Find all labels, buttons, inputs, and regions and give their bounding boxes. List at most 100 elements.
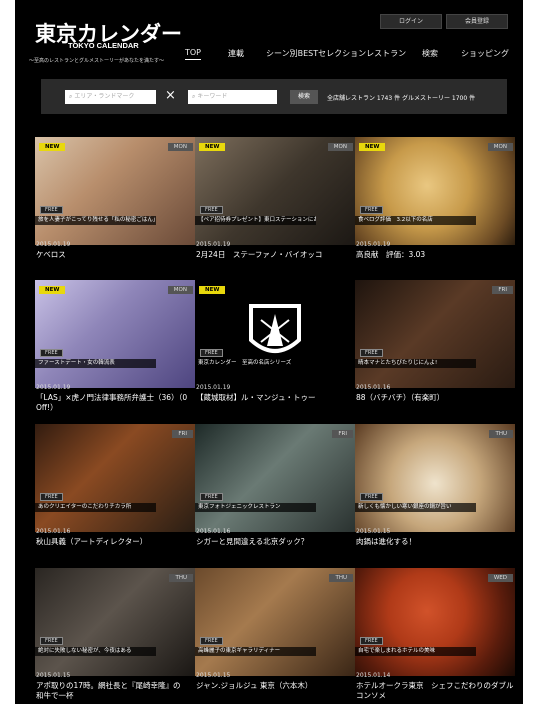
article-thumbnail[interactable]: THU FREE 絶対に失敗しない秘密が、今夜はある: [35, 568, 195, 676]
article-caption: 高峰麗子の東京ギャラリディナー: [195, 647, 316, 656]
article-thumbnail[interactable]: THU FREE 高峰麗子の東京ギャラリディナー: [195, 568, 355, 676]
article-caption: 晴本マナとたちびたりじにんよ!: [355, 359, 476, 368]
page: 東京カレンダー TOKYO CALENDAR 〜至高のレストランとグルメストーリ…: [15, 0, 523, 704]
article-caption: ファーストデート・女の韓流表: [35, 359, 156, 368]
free-badge: FREE: [360, 637, 383, 645]
day-badge: MON: [167, 143, 193, 151]
article-caption: 食ベログ評価 3.2以下の名店: [355, 216, 476, 225]
free-badge: FREE: [40, 493, 63, 501]
logo-english: TOKYO CALENDAR: [68, 41, 139, 50]
article-date: 2015.01.19: [196, 384, 231, 391]
article-card[interactable]: NEW MON FREE 旅を人妻子がこってり残せる「私の秘密ごはん」 2015.01.…: [35, 137, 195, 259]
nav-item-top[interactable]: TOP: [185, 48, 202, 60]
day-badge: MON: [487, 143, 513, 151]
article-date: 2015.01.19: [36, 241, 71, 248]
register-button[interactable]: 会員登録: [446, 14, 508, 29]
article-title[interactable]: シガーと見間違える北京ダック？: [196, 537, 354, 547]
article-title[interactable]: 「LAS」×虎ノ門法律事務所弁護士（36）（0 Off!）: [36, 393, 195, 413]
day-badge: WED: [487, 574, 513, 582]
article-thumbnail[interactable]: NEW MON FREE 食ベログ評価 3.2以下の名店: [355, 137, 515, 245]
new-badge: NEW: [39, 143, 66, 151]
article-date: 2015.01.19: [36, 384, 71, 391]
day-badge: FRI: [172, 430, 193, 438]
article-caption: 新しくも懐かしい寒い銀座の鍋が旨い: [355, 503, 476, 512]
article-thumbnail[interactable]: THU FREE 新しくも懐かしい寒い銀座の鍋が旨い: [355, 424, 515, 532]
article-caption: 絶対に失敗しない秘密が、今夜はある: [35, 647, 156, 656]
article-card[interactable]: THU FREE 新しくも懐かしい寒い銀座の鍋が旨い 2015.01.15 肉鍋は進化す…: [355, 424, 515, 546]
article-date: 2015.01.15: [36, 672, 71, 679]
article-title[interactable]: 肉鍋は進化する！: [356, 537, 514, 547]
article-card[interactable]: FRI FREE 東京フォトジェニックレストラン 2015.01.16 シガーと見間違え…: [195, 424, 355, 546]
free-badge: FREE: [360, 349, 383, 357]
article-thumbnail[interactable]: FRI FREE 東京フォトジェニックレストラン: [195, 424, 355, 532]
article-title[interactable]: 秋山具義（アートディレクター）: [36, 537, 194, 547]
article-card[interactable]: NEW MON FREE ファーストデート・女の韓流表 2015.01.19 「LAS」×…: [35, 280, 195, 412]
free-badge: FREE: [360, 206, 383, 214]
article-title[interactable]: 【蔵城取材】ル・マンジュ・トゥー: [196, 393, 354, 403]
article-card[interactable]: THU FREE 高峰麗子の東京ギャラリディナー 2015.01.15 ジャン.ジョルジ…: [195, 568, 355, 690]
article-caption: 【ペア招待券プレゼント】東口ステーションにお転婆ガラ ノイー＠ブルガリ イル・リ…: [195, 216, 316, 225]
article-thumbnail[interactable]: NEW MON FREE 【ペア招待券プレゼント】東口ステーションにお転婆ガラ ノイー…: [195, 137, 355, 245]
article-title[interactable]: ケベロス: [36, 250, 194, 260]
day-badge: FRI: [332, 430, 353, 438]
article-card[interactable]: NEW FREE 東京カレンダー 至高の名店シリーズ 2015.01.19 【蔵城取材】…: [195, 280, 355, 402]
free-badge: FREE: [360, 493, 383, 501]
keyword-placeholder: キーワード: [197, 93, 228, 100]
tokyo-calendar-emblem-icon: [249, 304, 301, 353]
nav-item-series[interactable]: 連載: [228, 48, 244, 59]
area-placeholder: エリア・ランドマーク: [74, 93, 135, 100]
article-date: 2015.01.16: [356, 384, 391, 391]
article-date: 2015.01.16: [36, 528, 71, 535]
article-card[interactable]: NEW MON FREE 食ベログ評価 3.2以下の名店 2015.01.19 高良献 評…: [355, 137, 515, 259]
nav-item-shopping[interactable]: ショッピング: [461, 48, 509, 59]
search-icon: ⌕: [69, 93, 73, 100]
new-badge: NEW: [199, 286, 226, 294]
article-date: 2015.01.15: [196, 672, 231, 679]
day-badge: MON: [327, 143, 353, 151]
article-card[interactable]: WED FREE 自宅で楽しまれるホテルの美味 2015.01.14 ホテルオークラ東京…: [355, 568, 515, 700]
day-badge: THU: [489, 430, 513, 438]
new-badge: NEW: [199, 143, 226, 151]
article-thumbnail[interactable]: NEW MON FREE 旅を人妻子がこってり残せる「私の秘密ごはん」: [35, 137, 195, 245]
nav-item-scene-best[interactable]: シーン別BESTセレクションレストラン: [266, 48, 406, 59]
article-title[interactable]: 88（バチバチ）（有楽町）: [356, 393, 514, 403]
login-button[interactable]: ログイン: [380, 14, 442, 29]
article-title[interactable]: ジャン.ジョルジュ 東京（六本木）: [196, 681, 354, 691]
free-badge: FREE: [200, 349, 223, 357]
article-date: 2015.01.14: [356, 672, 391, 679]
cross-icon: ×: [165, 88, 176, 103]
keyword-search-input[interactable]: ⌕ キーワード: [188, 90, 277, 104]
article-thumbnail[interactable]: FRI FREE 晴本マナとたちびたりじにんよ!: [355, 280, 515, 388]
article-card[interactable]: NEW MON FREE 【ペア招待券プレゼント】東口ステーションにお転婆ガラ ノイー…: [195, 137, 355, 259]
article-card[interactable]: FRI FREE あのクリエイターのこだわりチカラ所 2015.01.16 秋山具義（ア…: [35, 424, 195, 546]
article-caption: 東京カレンダー 至高の名店シリーズ: [195, 359, 316, 368]
article-thumbnail[interactable]: FRI FREE あのクリエイターのこだわりチカラ所: [35, 424, 195, 532]
nav-item-search[interactable]: 検索: [422, 48, 438, 59]
article-title[interactable]: アポ取りの17時。網社長と『尾崎幸隆』の 和牛で一杯: [36, 681, 194, 701]
article-thumbnail[interactable]: NEW MON FREE ファーストデート・女の韓流表: [35, 280, 195, 388]
area-search-input[interactable]: ⌕ エリア・ランドマーク: [65, 90, 156, 104]
article-date: 2015.01.19: [356, 241, 391, 248]
article-caption: 東京フォトジェニックレストラン: [195, 503, 316, 512]
search-button[interactable]: 検索: [290, 90, 318, 104]
day-badge: FRI: [492, 286, 513, 294]
free-badge: FREE: [40, 349, 63, 357]
article-thumbnail[interactable]: NEW FREE 東京カレンダー 至高の名店シリーズ: [195, 280, 355, 388]
article-title[interactable]: 2月24日 ステーファノ・バイオッコ: [196, 250, 354, 260]
free-badge: FREE: [200, 206, 223, 214]
tagline: 〜至高のレストランとグルメストーリーがあなたを満たす〜: [29, 58, 165, 64]
article-thumbnail[interactable]: WED FREE 自宅で楽しまれるホテルの美味: [355, 568, 515, 676]
new-badge: NEW: [39, 286, 66, 294]
free-badge: FREE: [200, 637, 223, 645]
result-counts: 全店舗レストラン 1743 件 グルメストーリー 1700 件: [327, 95, 476, 102]
day-badge: THU: [169, 574, 193, 582]
day-badge: THU: [329, 574, 353, 582]
article-card[interactable]: THU FREE 絶対に失敗しない秘密が、今夜はある 2015.01.15 アポ取りの1…: [35, 568, 195, 700]
free-badge: FREE: [40, 637, 63, 645]
new-badge: NEW: [359, 143, 386, 151]
free-badge: FREE: [40, 206, 63, 214]
article-title[interactable]: ホテルオークラ東京 シェフこだわりのダブルコンソメ: [356, 681, 514, 701]
article-card[interactable]: FRI FREE 晴本マナとたちびたりじにんよ! 2015.01.16 88（バチバチ）…: [355, 280, 515, 402]
search-bar: ⌕ エリア・ランドマーク × ⌕ キーワード 検索 全店舗レストラン 1743 件 …: [41, 79, 507, 114]
article-title[interactable]: 高良献 評価：3.03: [356, 250, 514, 260]
